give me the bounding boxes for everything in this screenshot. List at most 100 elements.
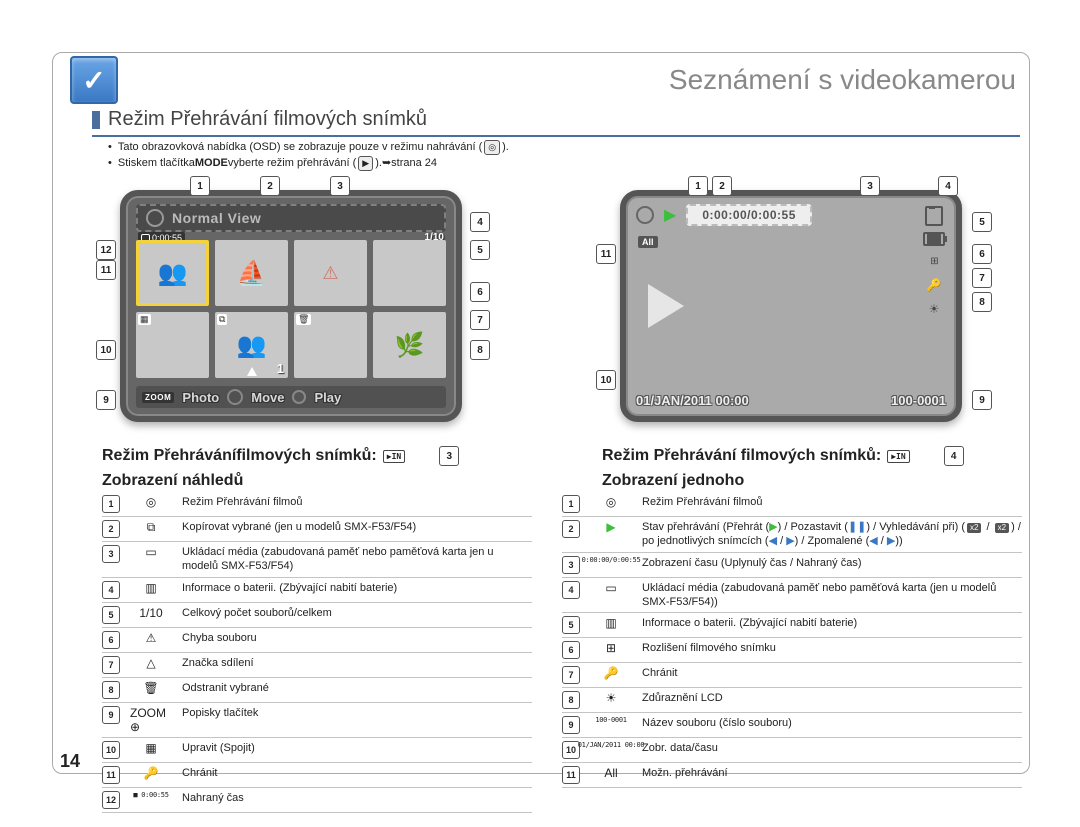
legend-table-right: 1◎Režim Přehrávání filmoů2▶Stav přehrává…: [562, 492, 1022, 788]
legend-row: 6⚠Chyba souboru: [102, 628, 532, 653]
callout-badge: 2: [260, 176, 280, 196]
battery-icon: [923, 232, 945, 246]
legend-number: 9: [102, 706, 120, 724]
footer-play: Play: [314, 390, 341, 405]
legend-text: Značka sdílení: [182, 656, 532, 670]
legend-number: 3: [562, 556, 580, 574]
thumbnail-cell[interactable]: ▦: [136, 312, 209, 378]
callout-badge: 6: [470, 282, 490, 302]
ok-button-icon: [292, 390, 306, 404]
legend-number: 8: [562, 691, 580, 709]
legend-number: 11: [562, 766, 580, 784]
legend-text: Kopírovat vybrané (jen u modelů SMX-F53/…: [182, 520, 532, 534]
warning-icon: ⚠: [322, 263, 338, 284]
lcd-header: Normal View: [136, 204, 446, 232]
legend-text: Zobrazení času (Uplynulý čas / Nahraný č…: [642, 556, 1022, 570]
legend-text: Informace o baterii. (Zbývající nabití b…: [642, 616, 1022, 630]
play-overlay-icon: [648, 284, 684, 328]
callout-badge: 7: [470, 310, 490, 330]
legend-table-left: 1◎Režim Přehrávání filmoů2⧉Kopírovat vyb…: [102, 492, 532, 813]
legend-text: Chránit: [642, 666, 1022, 680]
legend-number: 4: [562, 581, 580, 599]
legend-number: 2: [102, 520, 120, 538]
callout-badge: 10: [596, 370, 616, 390]
callout-badge: 12: [96, 240, 116, 260]
section-bullet: [92, 111, 100, 129]
legend-icon: ▶: [590, 520, 632, 534]
protect-icon: 🔑: [922, 276, 946, 294]
thumbnail-grid: 👥 ⛵ ⚠ ▦ 👥 ⧉ 1 🗑 🌿: [136, 240, 446, 378]
section-header: Režim Přehrávání filmových snímků: [92, 108, 1020, 137]
video-mode-icon: ◎: [484, 140, 500, 155]
legend-text: Nahraný čas: [182, 791, 532, 805]
callout-badge: 3: [860, 176, 880, 196]
lcd-footer: ZOOM Photo Move Play: [136, 386, 446, 408]
legend-number: 1: [562, 495, 580, 513]
legend-text: Zobr. data/času: [642, 741, 1022, 755]
thumbnail-cell[interactable]: [373, 240, 446, 306]
lcd-topbar: ▶ 0:00:00/0:00:55: [636, 204, 946, 226]
right-icon-stack: ⊞ 🔑 ☀: [922, 206, 946, 318]
bullet-dot: •: [108, 140, 112, 156]
legend-number: 5: [102, 606, 120, 624]
silhouette-icon: 👥: [158, 259, 188, 288]
play-status-icon: ▶: [664, 205, 676, 225]
legend-text: Rozlišení filmového snímku: [642, 641, 1022, 655]
legend-icon: ◎: [590, 495, 632, 509]
legend-row: 4▥Informace o baterii. (Zbývající nabití…: [102, 578, 532, 603]
legend-row: 8🗑Odstranit vybrané: [102, 678, 532, 703]
legend-text: Možn. přehrávání: [642, 766, 1022, 780]
legend-icon: 🗑: [130, 681, 172, 695]
callout-badge: 9: [96, 390, 116, 410]
footer-photo: Photo: [182, 390, 219, 405]
legend-row: 2⧉Kopírovat vybrané (jen u modelů SMX-F5…: [102, 517, 532, 542]
legend-icon: ▦: [130, 741, 172, 755]
legend-row: 10▦Upravit (Spojit): [102, 738, 532, 763]
legend-icon: ◎: [130, 495, 172, 509]
play-option-badge: All: [638, 236, 658, 248]
thumbnail-cell[interactable]: ⛵: [215, 240, 288, 306]
silhouette-icon: 👥: [237, 331, 267, 360]
thumbnail-cell[interactable]: 👥: [136, 240, 209, 306]
legend-text: Ukládací média (zabudovaná paměť nebo pa…: [642, 581, 1022, 610]
intro-line2a: Stiskem tlačítka: [118, 156, 195, 172]
play-mode-icon: ▶: [358, 156, 373, 171]
legend-icon: 100-0001: [590, 716, 632, 724]
legend-text: Celkový počet souborů/celkem: [182, 606, 532, 620]
thumbnail-cell[interactable]: 🌿: [373, 312, 446, 378]
legend-row: 1◎Režim Přehrávání filmoů: [562, 492, 1022, 517]
callout-badge: 11: [96, 260, 116, 280]
legend-number: 8: [102, 681, 120, 699]
legend-number: 3: [102, 545, 120, 563]
bullet-dot: •: [108, 156, 112, 172]
legend-text: Chyba souboru: [182, 631, 532, 645]
zoom-label: ZOOM: [142, 392, 174, 403]
legend-text: Stav přehrávání (Přehrát (▶) / Pozastavi…: [642, 520, 1022, 549]
callout-badge: 2: [712, 176, 732, 196]
page-ref-arrow: ➥: [382, 156, 391, 172]
section-title: Režim Přehrávání filmových snímků: [108, 108, 427, 131]
intro-line1a: Tato obrazovková nabídka (OSD) se zobraz…: [118, 140, 482, 156]
legend-number: 6: [562, 641, 580, 659]
sailboat-icon: ⛵: [237, 259, 267, 288]
callout-badge: 3: [439, 446, 459, 466]
lcd-thumbnail-view: Normal View 0:00:55 1/10 👥 ⛵ ⚠ ▦ 👥 ⧉ 1 🗑…: [120, 190, 462, 422]
callout-badge: 11: [596, 244, 616, 264]
thumbnail-badge: ✓: [70, 56, 118, 104]
callout-badge: 4: [938, 176, 958, 196]
lcd-enhance-icon: ☀: [922, 300, 946, 318]
legend-text: Informace o baterii. (Zbývající nabití b…: [182, 581, 532, 595]
thumbnail-cell[interactable]: ⚠: [294, 240, 367, 306]
thumbnail-cell[interactable]: 👥 ⧉ 1: [215, 312, 288, 378]
resolution-icon: ⊞: [922, 252, 946, 270]
legend-text: Režim Přehrávání filmoů: [182, 495, 532, 509]
legend-icon: ▭: [130, 545, 172, 559]
legend-text: Upravit (Spojit): [182, 741, 532, 755]
subheading-line2: Zobrazení jednoho: [602, 472, 1002, 490]
legend-icon: All: [590, 766, 632, 780]
legend-row: 2▶Stav přehrávání (Přehrát (▶) / Pozasta…: [562, 517, 1022, 553]
thumbnail-cell[interactable]: 🗑: [294, 312, 367, 378]
callout-badge: 6: [972, 244, 992, 264]
legend-row: 9ZOOM ⊕Popisky tlačítek: [102, 703, 532, 738]
time-counter: 0:00:00/0:00:55: [686, 204, 812, 226]
